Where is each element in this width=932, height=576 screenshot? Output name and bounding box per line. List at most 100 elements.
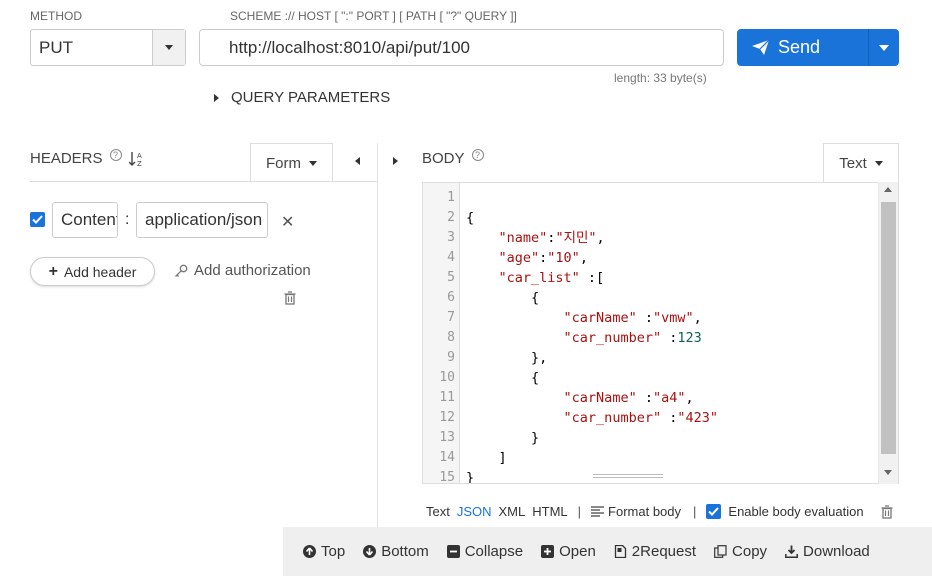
json-punctuation: [466, 390, 564, 406]
top-label: Top: [321, 543, 346, 560]
send-button[interactable]: Send: [737, 29, 868, 66]
headers-heading: HEADERS ? A Z: [30, 148, 143, 167]
code-line[interactable]: "carName" :"vmw",: [466, 308, 702, 328]
add-header-label: Add header: [63, 263, 137, 280]
key-icon: [175, 264, 188, 277]
copy-button[interactable]: Copy: [714, 543, 767, 560]
line-number: 7: [447, 310, 455, 325]
code-line[interactable]: }: [466, 428, 539, 448]
caret-right-icon: [214, 93, 219, 102]
format-json-link[interactable]: JSON: [457, 504, 492, 519]
enable-body-evaluation-toggle[interactable]: Enable body evaluation: [706, 504, 864, 519]
headers-mode-label: Form: [266, 154, 301, 172]
send-button-group: Send: [737, 29, 899, 66]
code-line[interactable]: "car_number" :123: [466, 328, 702, 348]
json-value: "423": [677, 410, 718, 426]
json-key: "name": [498, 230, 548, 246]
format-html-link[interactable]: HTML: [532, 504, 567, 519]
code-line[interactable]: "carName" :"a4",: [466, 388, 694, 408]
format-text-link[interactable]: Text: [426, 504, 450, 519]
json-key: "age": [498, 250, 540, 266]
code-line[interactable]: {: [466, 368, 539, 388]
add-header-button[interactable]: + Add header: [30, 257, 155, 286]
code-line[interactable]: "name":"지민",: [466, 228, 605, 248]
json-key: "car_number": [563, 330, 662, 346]
json-value: "10": [547, 250, 580, 266]
bottom-button[interactable]: Bottom: [363, 543, 429, 560]
code-line[interactable]: },: [466, 348, 547, 368]
body-editor[interactable]: 1 2 3 4 5 6 7 8 9 10 11 12 13 14 15 { "n…: [422, 182, 899, 484]
line-number: 5: [447, 270, 455, 285]
line-number-gutter: 1 2 3 4 5 6 7 8 9 10 11 12 13 14 15: [423, 183, 460, 483]
json-punctuation: {: [466, 290, 540, 306]
add-authorization-button[interactable]: Add authorization: [174, 262, 311, 279]
format-xml-link[interactable]: XML: [499, 504, 526, 519]
method-select[interactable]: PUT: [30, 29, 186, 66]
editor-scrollbar[interactable]: [878, 182, 898, 484]
headers-divider: [30, 181, 378, 182]
trash-icon: [284, 291, 296, 305]
help-icon[interactable]: ?: [471, 148, 484, 161]
chevron-down-icon: [879, 44, 889, 51]
help-icon[interactable]: ?: [109, 148, 122, 161]
code-line[interactable]: "car_number" :"423": [466, 408, 718, 428]
send-options-button[interactable]: [868, 29, 899, 66]
code-line[interactable]: "car_list" :[: [466, 268, 605, 288]
json-punctuation: [466, 310, 564, 326]
header-value-input[interactable]: application/json: [136, 202, 268, 238]
download-button[interactable]: Download: [785, 543, 870, 560]
download-label: Download: [803, 543, 870, 560]
code-line[interactable]: {: [466, 208, 474, 228]
scroll-up-icon[interactable]: [884, 187, 892, 192]
resize-handle[interactable]: [593, 477, 663, 478]
code-line[interactable]: }: [466, 468, 474, 483]
body-heading: BODY ?: [422, 148, 484, 167]
collapse-button[interactable]: Collapse: [446, 543, 524, 560]
remove-header-button[interactable]: ✕: [281, 212, 294, 232]
json-key: "car_number": [563, 410, 662, 426]
collapse-left-button[interactable]: [355, 157, 360, 165]
body-title: BODY: [422, 150, 465, 167]
to-request-button[interactable]: 2Request: [614, 543, 696, 560]
json-key: "car_list": [498, 270, 580, 286]
url-input[interactable]: http://localhost:8010/api/put/100: [199, 29, 724, 66]
json-punctuation: [466, 330, 564, 346]
scroll-down-icon[interactable]: [884, 470, 892, 475]
expand-right-button[interactable]: [393, 157, 398, 165]
to-request-label: 2Request: [631, 543, 697, 560]
header-enabled-checkbox[interactable]: [30, 212, 45, 227]
method-dropdown-toggle[interactable]: [152, 30, 185, 65]
bottom-label: Bottom: [381, 543, 429, 560]
body-mode-dropdown[interactable]: Text: [823, 143, 899, 182]
open-button[interactable]: Open: [541, 543, 596, 560]
collapse-label: Collapse: [464, 543, 524, 560]
code-line[interactable]: ]: [466, 448, 507, 468]
download-icon: [785, 545, 798, 558]
bottom-toolbar: Top Bottom Collapse Open 2Request Copy D…: [283, 527, 932, 576]
scroll-thumb[interactable]: [881, 202, 896, 454]
json-punctuation: {: [466, 210, 475, 226]
json-punctuation: }: [466, 430, 540, 446]
code-line[interactable]: {: [466, 288, 539, 308]
json-punctuation: ,: [685, 390, 694, 406]
json-punctuation: [466, 230, 499, 246]
resize-handle[interactable]: [593, 474, 663, 475]
query-parameters-toggle[interactable]: QUERY PARAMETERS: [214, 89, 390, 106]
code-line[interactable]: "age":"10",: [466, 248, 588, 268]
trash-icon: [881, 505, 893, 519]
delete-headers-button[interactable]: [284, 291, 296, 310]
line-number: 6: [447, 290, 455, 305]
chevron-down-icon: [165, 45, 173, 50]
caret-left-icon: [355, 157, 360, 165]
enable-evaluation-checkbox[interactable]: [706, 504, 722, 519]
delete-body-button[interactable]: [881, 505, 893, 524]
sort-alpha-icon[interactable]: A Z: [128, 151, 143, 167]
json-punctuation: ,: [693, 310, 702, 326]
header-name-input[interactable]: Content-Type: [52, 202, 118, 238]
top-button[interactable]: Top: [303, 543, 345, 560]
headers-mode-dropdown[interactable]: Form: [250, 143, 333, 182]
checkmark-icon: [708, 507, 720, 516]
line-number: 2: [447, 210, 455, 225]
format-body-button[interactable]: Format body: [591, 504, 681, 519]
header-separator: :: [125, 211, 130, 228]
